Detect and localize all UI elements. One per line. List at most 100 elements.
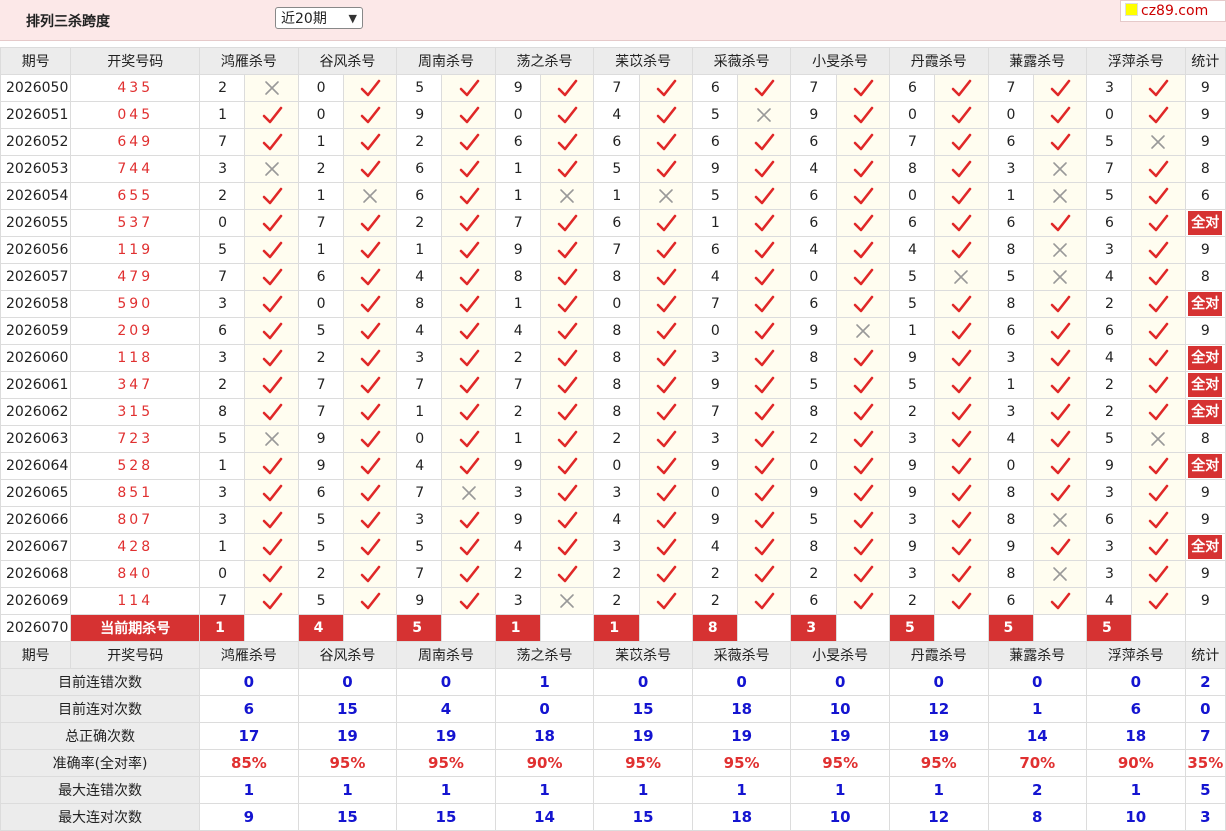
kill-number-cell: 8: [593, 263, 640, 291]
check-icon: [360, 457, 381, 475]
kill-number-cell: 6: [1086, 209, 1133, 237]
current-kill-number: 8: [691, 614, 739, 642]
stat-value: 85%: [199, 749, 299, 777]
check-icon: [952, 538, 972, 556]
check-icon: [952, 457, 972, 475]
table-row: 2026065 851 3 6 7 3 3 0 9 9 8 3 9: [0, 479, 1226, 507]
check-icon: [459, 241, 479, 259]
stat-value: 0: [888, 668, 989, 696]
result-cell: [342, 398, 398, 426]
draw-number-cell: 528: [70, 452, 201, 480]
kill-number-cell: 8: [888, 155, 936, 183]
kill-number-table: 期号 开奖号码 鸿雁杀号 谷风杀号 周南杀号 荡之杀号 苿苡杀号 采薇杀号 小旻杀号 丹霞杀号 蒹露…: [0, 47, 1226, 831]
kill-number-cell: 8: [593, 371, 640, 399]
check-icon: [262, 106, 282, 124]
stat-count: 2: [1184, 668, 1226, 696]
check-icon: [754, 484, 775, 502]
draw-number-cell: 347: [70, 371, 201, 399]
stat-value: 15: [297, 803, 398, 831]
check-icon: [656, 376, 677, 394]
kill-number-cell: 6: [691, 236, 739, 264]
result-cell: [540, 236, 595, 264]
result-cell: [1032, 290, 1088, 318]
draw-number-cell: 537: [70, 209, 201, 237]
current-kill-number: 1: [494, 614, 542, 642]
result-cell: [1032, 425, 1088, 453]
table-row: 2026056 119 5 1 1 9 7 6 4 4 8 3 9: [0, 236, 1226, 264]
result-cell: [737, 209, 792, 237]
cross-icon: [1053, 270, 1067, 284]
kill-number-cell: 2: [494, 560, 542, 588]
col-header-expert: 浮萍杀号: [1086, 47, 1186, 75]
result-cell: [441, 182, 496, 210]
stat-value: 1: [888, 776, 989, 804]
cross-icon: [954, 270, 969, 284]
check-icon: [1050, 592, 1071, 610]
result-cell: [835, 452, 890, 480]
kill-number-cell: 7: [199, 587, 246, 615]
check-icon: [360, 214, 381, 232]
table-row: 2026050 435 2 0 5 9 7 6 7 6 7 3 9: [0, 74, 1226, 102]
check-icon: [557, 538, 578, 556]
table-row: 2026058 590 3 0 8 1 0 7 6 5 8 2 全对: [0, 290, 1226, 318]
kill-number-cell: 2: [199, 371, 246, 399]
cross-icon: [461, 486, 476, 500]
kill-number-cell: 7: [888, 128, 936, 156]
col-header-count: 统计: [1184, 47, 1226, 75]
stat-value: 10: [1086, 803, 1186, 831]
check-icon: [262, 349, 282, 367]
result-cell: [835, 236, 890, 264]
kill-number-cell: 1: [199, 533, 246, 561]
result-cell: [342, 425, 398, 453]
kill-number-cell: 1: [494, 290, 542, 318]
count-cell: 9: [1184, 479, 1226, 507]
kill-number-cell: 2: [888, 587, 936, 615]
kill-number-cell: 2: [396, 209, 443, 237]
kill-number-cell: 2: [790, 560, 837, 588]
kill-number-cell: 2: [691, 587, 739, 615]
check-icon: [754, 214, 775, 232]
stat-value: 95%: [888, 749, 989, 777]
result-cell: [441, 479, 496, 507]
kill-number-cell: 9: [396, 587, 443, 615]
check-icon: [1149, 241, 1169, 259]
result-cell: [737, 533, 792, 561]
result-cell: [441, 155, 496, 183]
site-badge[interactable]: cz89.com: [1120, 0, 1226, 22]
period-range-select[interactable]: 近20期 ▼: [275, 7, 363, 29]
result-cell: [1032, 479, 1088, 507]
result-cell: [835, 533, 890, 561]
kill-number-cell: 0: [888, 182, 936, 210]
draw-number-cell: 119: [70, 236, 201, 264]
col-header-draw: 开奖号码: [70, 641, 201, 669]
check-icon: [754, 565, 775, 583]
count-cell: 全对: [1184, 344, 1226, 372]
count-cell: 9: [1184, 128, 1226, 156]
kill-number-cell: 9: [888, 479, 936, 507]
kill-number-cell: 4: [396, 317, 443, 345]
col-header-expert: 丹霞杀号: [888, 47, 989, 75]
kill-number-cell: 4: [790, 236, 837, 264]
check-icon: [853, 79, 874, 97]
current-kill-number: 5: [1086, 614, 1133, 642]
result-cell: [244, 479, 299, 507]
check-icon: [952, 133, 972, 151]
result-cell: [540, 74, 595, 102]
count-value: 8: [1200, 269, 1210, 285]
check-icon: [459, 592, 479, 610]
check-icon: [656, 295, 677, 313]
kill-number-cell: 2: [297, 560, 344, 588]
kill-number-cell: 4: [1086, 344, 1133, 372]
kill-number-cell: 1: [297, 236, 344, 264]
period-cell: 2026055: [0, 209, 72, 237]
top-bar: 排列三杀跨度 近20期 ▼: [0, 0, 1226, 41]
current-kill-number: 1: [199, 614, 246, 642]
result-cell: [441, 74, 496, 102]
check-icon: [557, 457, 578, 475]
result-cell: [737, 452, 792, 480]
check-icon: [952, 214, 972, 232]
stat-value: 10: [790, 803, 890, 831]
cross-icon: [1151, 135, 1166, 149]
count-value: 9: [1200, 593, 1210, 609]
result-cell: [441, 587, 496, 615]
